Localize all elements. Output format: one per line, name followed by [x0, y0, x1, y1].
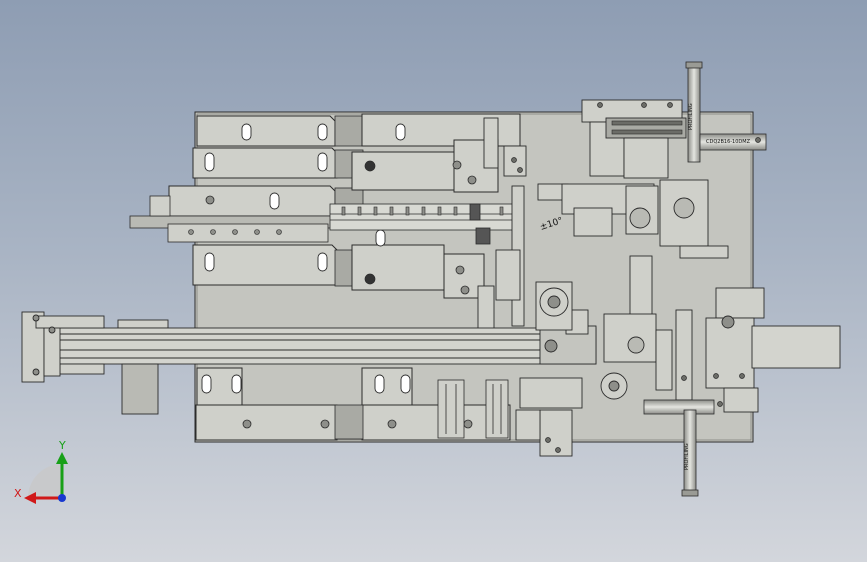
- assembly-drawing: ±10° PROFILING PROFILING CDQ2B16-10DMZ Y…: [14, 61, 841, 504]
- cylinder-top-label: PROFILING: [688, 103, 694, 130]
- triad-y-label: Y: [58, 439, 66, 452]
- coordinate-triad-icon: Y X: [14, 439, 68, 504]
- cylinder-bottom: [643, 399, 715, 497]
- right-blocks: [705, 287, 841, 413]
- cad-viewport[interactable]: ±10° PROFILING PROFILING CDQ2B16-10DMZ Y…: [0, 0, 867, 562]
- cylinder-side-label: CDQ2B16-10DMZ: [706, 139, 751, 145]
- triad-x-label: X: [14, 487, 22, 500]
- cylinder-bottom-label: PROFILING: [684, 443, 690, 470]
